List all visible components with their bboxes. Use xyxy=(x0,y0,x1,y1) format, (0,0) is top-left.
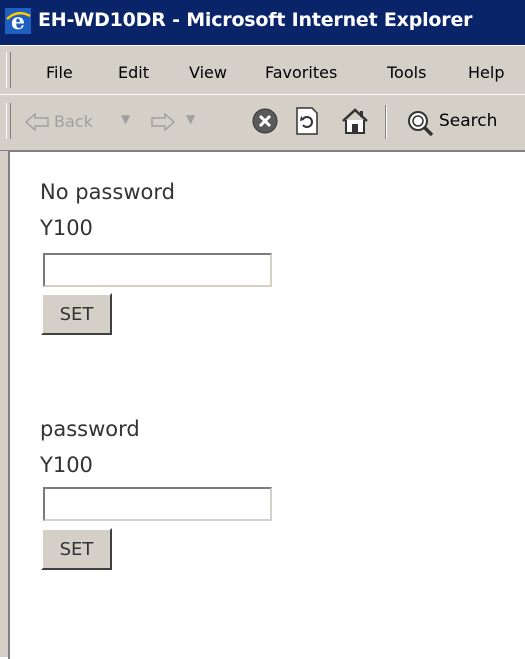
search-icon xyxy=(408,111,434,137)
password-y100-label: Y100 xyxy=(40,453,93,477)
menu-favorites[interactable]: Favorites xyxy=(265,63,337,82)
menu-view[interactable]: View xyxy=(189,63,227,82)
search-label: Search xyxy=(439,111,498,131)
forward-arrow-icon xyxy=(151,112,176,132)
internet-explorer-icon: e xyxy=(5,8,31,35)
toolbar: Back ▼ ▼ Search xyxy=(0,94,525,151)
menu-file[interactable]: File xyxy=(46,63,73,82)
toolbar-separator xyxy=(385,105,387,139)
forward-button[interactable]: ▼ xyxy=(150,109,220,135)
password-input[interactable] xyxy=(43,487,272,521)
back-label: Back xyxy=(54,112,93,131)
back-arrow-icon xyxy=(24,112,49,132)
menu-edit[interactable]: Edit xyxy=(118,63,149,82)
menu-bar: File Edit View Favorites Tools Help xyxy=(0,45,525,95)
password-heading: password xyxy=(40,417,140,441)
browser-window: e EH-WD10DR - Microsoft Internet Explore… xyxy=(0,0,525,659)
password-set-button[interactable]: SET xyxy=(41,528,112,570)
title-bar: e EH-WD10DR - Microsoft Internet Explore… xyxy=(0,0,525,45)
search-button[interactable]: Search xyxy=(405,106,523,138)
no-password-heading: No password xyxy=(40,180,175,204)
window-title: EH-WD10DR - Microsoft Internet Explorer xyxy=(38,9,473,31)
menu-help[interactable]: Help xyxy=(468,63,504,82)
menu-grip xyxy=(6,52,11,88)
back-dropdown-icon[interactable]: ▼ xyxy=(121,112,130,126)
page-content: No password Y100 SET password Y100 SET xyxy=(8,150,525,659)
home-icon[interactable] xyxy=(340,106,370,136)
no-password-y100-label: Y100 xyxy=(40,216,93,240)
no-password-input[interactable] xyxy=(43,253,272,287)
stop-icon[interactable] xyxy=(251,107,279,135)
forward-dropdown-icon[interactable]: ▼ xyxy=(186,112,195,126)
toolbar-grip xyxy=(6,103,11,139)
no-password-set-button[interactable]: SET xyxy=(41,293,112,335)
refresh-icon[interactable] xyxy=(294,106,320,136)
back-button[interactable]: Back ▼ xyxy=(24,109,142,135)
menu-tools[interactable]: Tools xyxy=(387,63,426,82)
